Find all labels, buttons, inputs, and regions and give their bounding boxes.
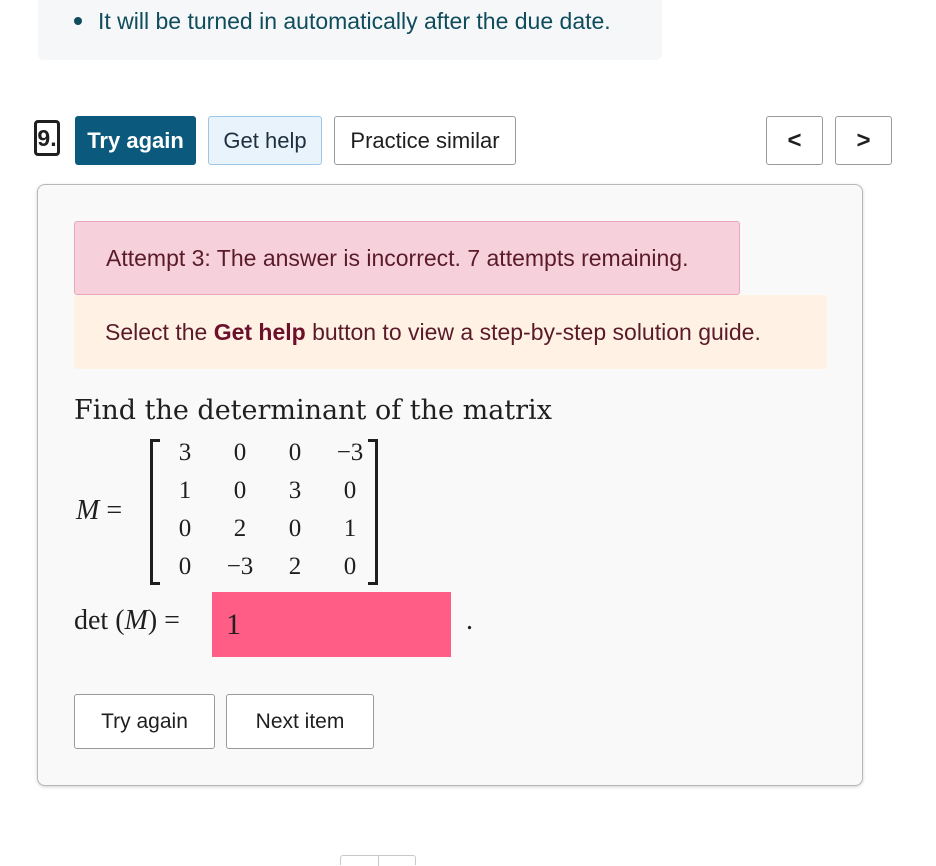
pagination-control[interactable] (340, 855, 416, 866)
det-variable: M (124, 605, 148, 636)
previous-question-button[interactable]: < (766, 116, 823, 165)
hint-suffix: button to view a step-by-step solution g… (312, 318, 761, 345)
matrix: 3 0 0 −3 1 0 3 0 0 2 0 1 0 −3 2 0 (150, 435, 378, 587)
try-again-bottom-button[interactable]: Try again (74, 694, 215, 749)
bullet-icon (74, 17, 82, 25)
matrix-cell: 3 (178, 439, 192, 466)
matrix-cell: 0 (343, 477, 357, 504)
get-help-button[interactable]: Get help (208, 116, 322, 165)
matrix-variable: M (76, 495, 100, 526)
matrix-cell: 1 (178, 477, 192, 504)
det-suffix: ) = (147, 605, 180, 636)
answer-input[interactable]: 1 (212, 592, 451, 657)
instruction-item: It will be turned in automatically after… (98, 8, 611, 34)
question-number: 9. (34, 120, 60, 156)
help-hint-alert: Select the Get help button to view a ste… (74, 295, 827, 369)
matrix-cell: 0 (178, 553, 192, 580)
matrix-equals: = (106, 495, 123, 526)
matrix-cell: 0 (288, 515, 302, 542)
matrix-cell: 0 (288, 439, 302, 466)
matrix-cell: 1 (343, 515, 357, 542)
matrix-cell: −3 (226, 553, 254, 580)
chevron-left-icon: < (787, 126, 802, 154)
matrix-cell: 2 (233, 515, 247, 542)
next-item-button[interactable]: Next item (226, 694, 374, 749)
left-bracket (150, 439, 160, 585)
matrix-cell: 0 (343, 553, 357, 580)
matrix-cell: 0 (178, 515, 192, 542)
try-again-button[interactable]: Try again (75, 116, 196, 165)
matrix-cell: 0 (233, 439, 247, 466)
chevron-right-icon: > (856, 126, 871, 154)
matrix-cell: 2 (288, 553, 302, 580)
answer-value: 1 (226, 607, 241, 641)
hint-get-help: Get help (213, 318, 306, 345)
determinant-label: det (M) = (74, 605, 180, 637)
matrix-label: M = (76, 495, 122, 527)
question-card: Attempt 3: The answer is incorrect. 7 at… (37, 184, 863, 786)
matrix-cell: 3 (288, 477, 302, 504)
hint-prefix: Select the (105, 318, 208, 345)
instructions-box: It will be turned in automatically after… (38, 0, 662, 60)
alert-message: Attempt 3: The answer is incorrect. 7 at… (106, 244, 689, 271)
question-prompt: Find the determinant of the matrix (74, 395, 552, 426)
practice-similar-button[interactable]: Practice similar (334, 116, 516, 165)
matrix-cell: 0 (233, 477, 247, 504)
period: . (466, 605, 473, 636)
incorrect-answer-alert: Attempt 3: The answer is incorrect. 7 at… (74, 221, 740, 295)
det-prefix: det ( (74, 605, 125, 636)
matrix-cell: −3 (336, 439, 364, 466)
next-question-button[interactable]: > (835, 116, 892, 165)
